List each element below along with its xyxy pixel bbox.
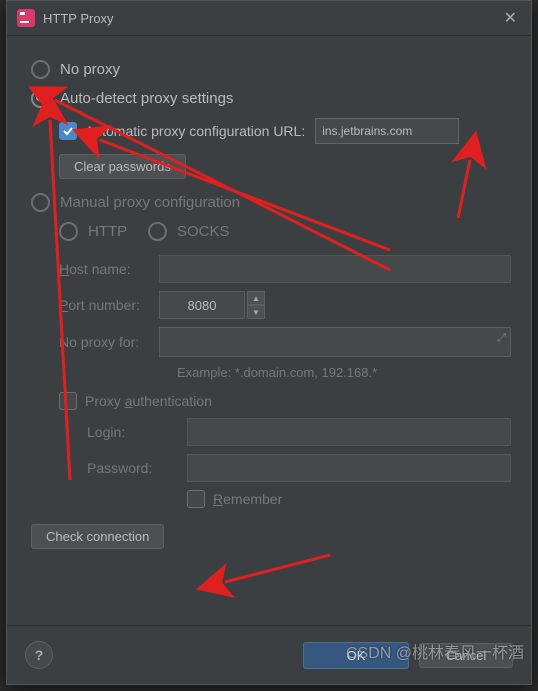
- http-proxy-dialog: HTTP Proxy ✕ No proxy Auto-detect proxy …: [6, 0, 532, 685]
- port-input[interactable]: [159, 291, 245, 319]
- proxy-auth-option[interactable]: Proxy authentication: [59, 392, 511, 410]
- http-type-option[interactable]: [59, 222, 78, 241]
- pac-url-label: Automatic proxy configuration URL:: [85, 123, 305, 139]
- noproxy-label: No proxy for:: [59, 334, 159, 350]
- password-input[interactable]: [187, 454, 511, 482]
- login-label: Login:: [87, 424, 187, 440]
- port-up-button[interactable]: ▲: [247, 291, 265, 305]
- remember-option[interactable]: Remember: [187, 490, 511, 508]
- checkbox-icon: [59, 122, 77, 140]
- port-stepper[interactable]: ▲ ▼: [159, 291, 265, 319]
- pac-url-option[interactable]: Automatic proxy configuration URL:: [59, 118, 511, 144]
- titlebar: HTTP Proxy ✕: [7, 1, 531, 36]
- radio-icon: [31, 89, 50, 108]
- port-label: Port number:: [59, 297, 159, 313]
- dialog-footer: ? OK Cancel: [7, 625, 531, 684]
- checkbox-icon: [59, 392, 77, 410]
- check-connection-button[interactable]: Check connection: [31, 524, 164, 549]
- manual-label: Manual proxy configuration: [60, 194, 240, 211]
- close-icon[interactable]: ✕: [500, 8, 521, 28]
- port-down-button[interactable]: ▼: [247, 305, 265, 319]
- clear-passwords-button[interactable]: Clear passwords: [59, 154, 186, 179]
- socks-type-label: SOCKS: [177, 223, 230, 240]
- cancel-button[interactable]: Cancel: [419, 643, 513, 668]
- manual-proxy-option[interactable]: Manual proxy configuration: [31, 193, 511, 212]
- help-button[interactable]: ?: [25, 641, 53, 669]
- no-proxy-label: No proxy: [60, 61, 120, 78]
- pac-url-input[interactable]: [315, 118, 459, 144]
- radio-icon: [31, 193, 50, 212]
- host-input[interactable]: [159, 255, 511, 283]
- app-icon: [17, 9, 35, 27]
- login-input[interactable]: [187, 418, 511, 446]
- proxy-auth-label: Proxy authentication: [85, 393, 212, 409]
- auto-detect-option[interactable]: Auto-detect proxy settings: [31, 89, 511, 108]
- dialog-body: No proxy Auto-detect proxy settings Auto…: [7, 36, 531, 557]
- dialog-title: HTTP Proxy: [43, 11, 500, 26]
- expand-icon[interactable]: ⤢: [497, 332, 506, 345]
- auto-detect-label: Auto-detect proxy settings: [60, 90, 233, 107]
- noproxy-hint: Example: *.domain.com, 192.168.*: [177, 365, 511, 380]
- host-label: Host name:: [59, 261, 159, 277]
- radio-icon: [31, 60, 50, 79]
- remember-label: Remember: [213, 491, 282, 507]
- password-label: Password:: [87, 460, 187, 476]
- no-proxy-option[interactable]: No proxy: [31, 60, 511, 79]
- http-type-label: HTTP: [88, 223, 148, 240]
- socks-type-option[interactable]: [148, 222, 167, 241]
- checkbox-icon: [187, 490, 205, 508]
- noproxy-input[interactable]: ⤢: [159, 327, 511, 357]
- ok-button[interactable]: OK: [303, 642, 409, 669]
